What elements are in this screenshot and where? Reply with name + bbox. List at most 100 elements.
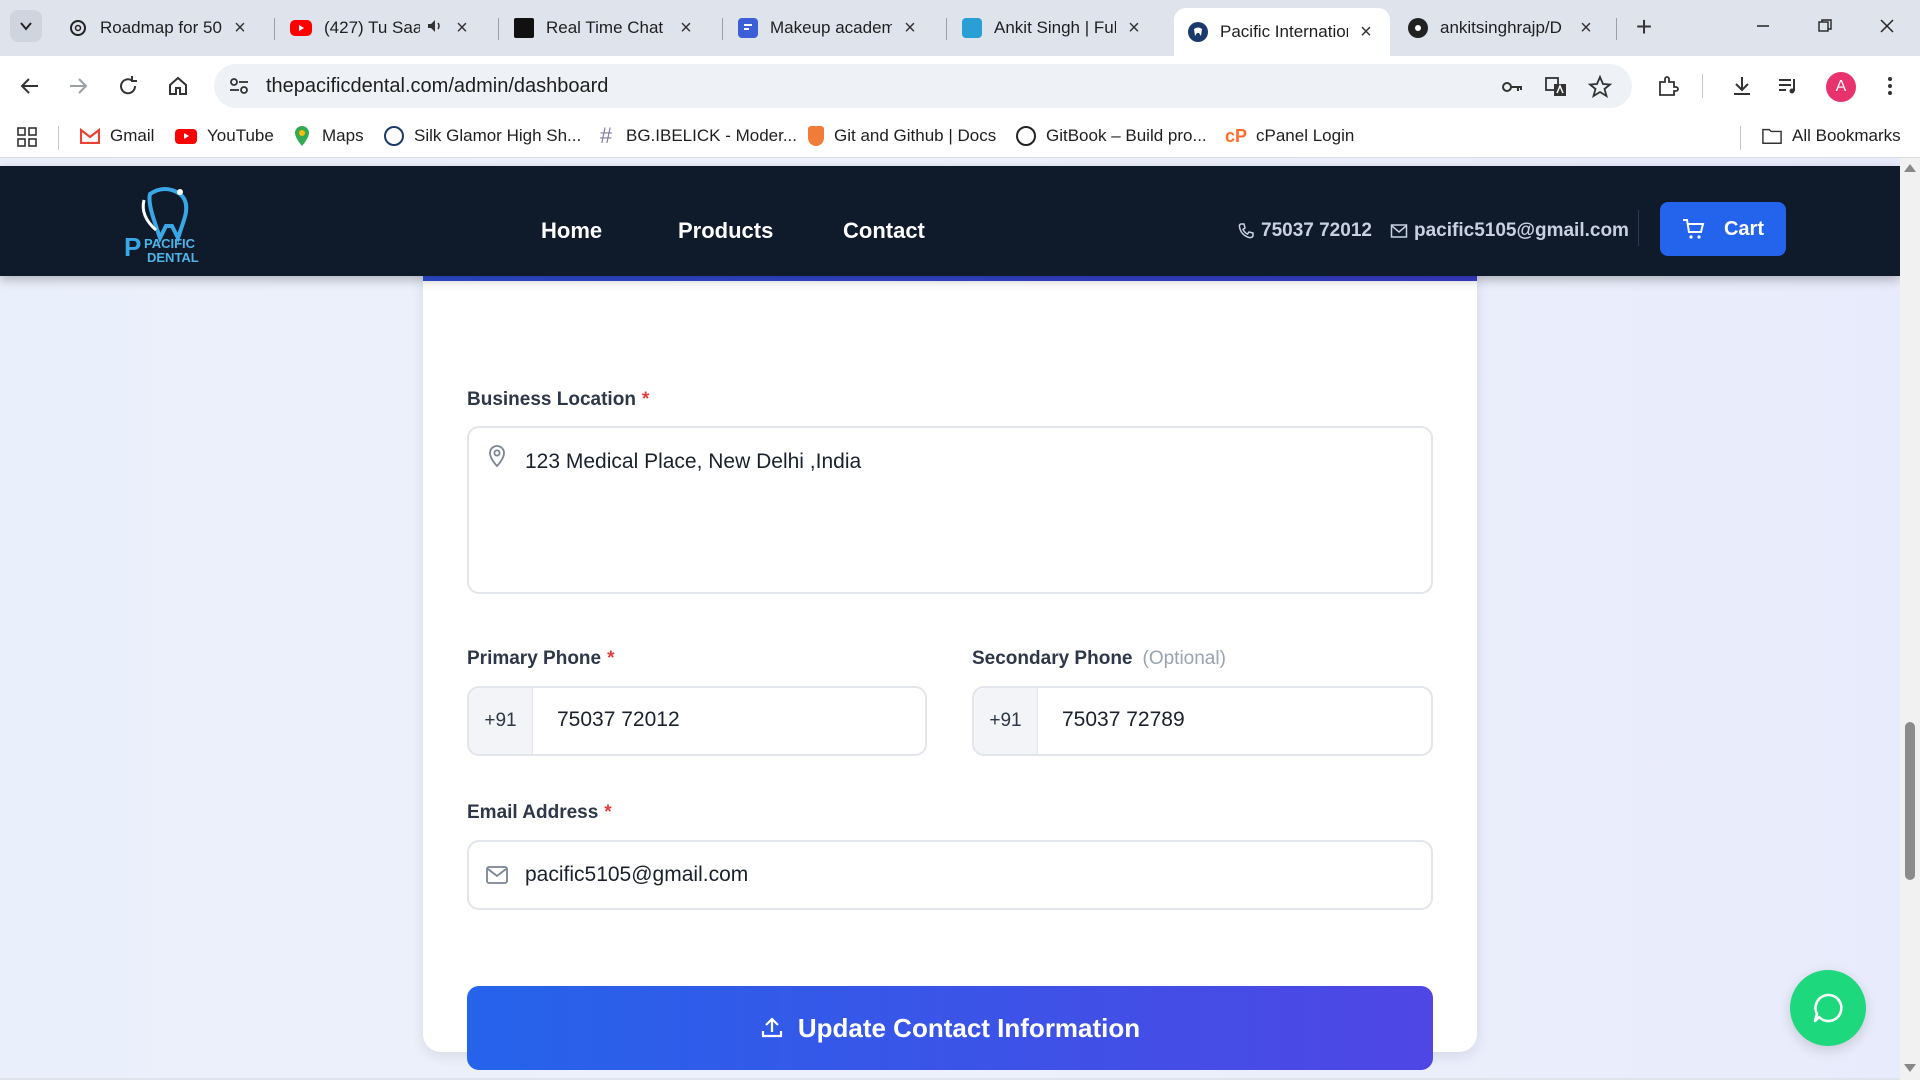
all-bookmarks-button[interactable]: All Bookmarks <box>1762 126 1901 146</box>
close-tab-icon[interactable]: × <box>1356 21 1376 44</box>
bookmark-maps[interactable]: Maps <box>292 126 364 146</box>
site-header: P PACIFIC DENTAL Home Products Contact 7… <box>0 166 1900 276</box>
close-tab-icon[interactable]: × <box>1576 17 1596 40</box>
close-tab-icon[interactable]: × <box>230 17 250 40</box>
email-field[interactable]: pacific5105@gmail.com <box>467 840 1433 910</box>
url-text[interactable]: thepacificdental.com/admin/dashboard <box>266 75 608 98</box>
restore-icon <box>1818 19 1832 32</box>
chevron-down-icon <box>20 22 32 31</box>
gmail-icon <box>80 126 100 146</box>
speaker-icon[interactable] <box>426 17 444 40</box>
forward-button[interactable] <box>62 70 94 102</box>
reload-button[interactable] <box>112 70 144 102</box>
map-pin-icon <box>489 445 505 468</box>
page-scrollbar[interactable] <box>1900 158 1920 1080</box>
bookmark-bg-ibelick[interactable]: # BG.IBELICK - Moder... <box>596 123 797 148</box>
header-phone[interactable]: 75037 72012 <box>1237 220 1372 242</box>
update-contact-button[interactable]: Update Contact Information <box>467 986 1433 1070</box>
chat-bubble-icon <box>1813 993 1843 1023</box>
scroll-up-arrow-icon[interactable] <box>1904 164 1916 172</box>
restore-button[interactable] <box>1802 10 1848 46</box>
page-viewport: P PACIFIC DENTAL Home Products Contact 7… <box>0 158 1900 1078</box>
downloads-button[interactable] <box>1728 72 1756 100</box>
bookmark-youtube[interactable]: YouTube <box>175 126 274 146</box>
close-tab-icon[interactable]: × <box>676 17 696 40</box>
key-icon[interactable] <box>1500 75 1524 99</box>
bookmark-gitbook[interactable]: GitBook – Build pro... <box>1016 126 1207 146</box>
youtube-icon <box>175 128 197 144</box>
bookmark-gmail[interactable]: Gmail <box>80 126 154 146</box>
tab-divider <box>1616 18 1617 40</box>
nav-contact[interactable]: Contact <box>843 218 925 244</box>
scrollbar-thumb[interactable] <box>1905 722 1915 880</box>
bookmark-label: Maps <box>322 126 364 145</box>
bookmarks-bar: Gmail YouTube Maps Silk Glamor High Sh..… <box>0 116 1920 158</box>
cpanel-icon: cP <box>1224 125 1248 146</box>
close-icon <box>1880 19 1894 33</box>
site-icon <box>384 126 404 146</box>
primary-phone-label: Primary Phone * <box>467 648 615 670</box>
scroll-down-arrow-icon[interactable] <box>1904 1064 1916 1072</box>
close-tab-icon[interactable]: × <box>452 17 472 40</box>
cart-button[interactable]: Cart <box>1660 202 1786 256</box>
new-tab-button[interactable]: + <box>1628 12 1660 44</box>
download-icon <box>1734 77 1750 95</box>
bookmark-cpanel[interactable]: cP cPanel Login <box>1224 125 1354 146</box>
update-contact-label: Update Contact Information <box>797 1012 1141 1043</box>
tab-title: Real Time Chat Pl <box>546 18 668 37</box>
tab-divider <box>498 18 499 40</box>
back-button[interactable] <box>14 70 46 102</box>
puzzle-icon <box>1659 76 1679 96</box>
tab-title: Roadmap for 50 <box>100 18 222 37</box>
secondary-phone-field[interactable]: +91 75037 72789 <box>972 686 1433 756</box>
extensions-button[interactable] <box>1654 72 1682 100</box>
bookmark-git-docs[interactable]: Git and Github | Docs <box>808 126 996 146</box>
browser-tab-1[interactable]: Roadmap for 50 × <box>54 8 264 48</box>
chrome-menu-button[interactable] <box>1876 72 1904 100</box>
browser-tab-2[interactable]: (427) Tu Saala × <box>276 8 486 48</box>
home-button[interactable] <box>162 70 194 102</box>
profile-avatar[interactable]: A <box>1826 72 1856 102</box>
business-location-textarea[interactable]: 123 Medical Place, New Delhi ,India <box>467 426 1433 594</box>
close-tab-icon[interactable]: × <box>1124 17 1144 40</box>
tab-search-button[interactable] <box>10 10 42 42</box>
apps-button[interactable] <box>16 126 38 148</box>
media-controls-button[interactable] <box>1774 72 1802 100</box>
toolbar-divider <box>1702 74 1703 98</box>
github-icon <box>1408 18 1428 38</box>
close-tab-icon[interactable]: × <box>900 17 920 40</box>
arrow-left-icon <box>20 78 38 94</box>
close-window-button[interactable] <box>1864 10 1910 46</box>
header-email-text: pacific5105@gmail.com <box>1414 220 1629 241</box>
translate-icon[interactable] <box>1544 75 1568 99</box>
mail-icon <box>1390 224 1408 238</box>
bookmark-silk-glamor[interactable]: Silk Glamor High Sh... <box>384 126 581 146</box>
browser-tab-5[interactable]: Ankit Singh | Full × <box>948 8 1158 48</box>
primary-phone-field[interactable]: +91 75037 72012 <box>467 686 927 756</box>
browser-tab-3[interactable]: Real Time Chat Pl × <box>500 8 710 48</box>
browser-tab-4[interactable]: Makeup academy × <box>724 8 934 48</box>
logo-sub: DENTAL <box>147 250 199 265</box>
star-icon[interactable] <box>1588 75 1612 99</box>
required-mark: * <box>607 648 615 669</box>
tab-divider <box>722 18 723 40</box>
chat-button[interactable] <box>1790 970 1866 1046</box>
browser-tab-strip: Roadmap for 50 × (427) Tu Saala × Real T… <box>0 0 1920 56</box>
maps-icon <box>292 126 312 146</box>
grid-icon <box>17 127 37 147</box>
nav-products[interactable]: Products <box>678 218 773 244</box>
reload-icon <box>120 76 137 95</box>
browser-tab-7[interactable]: ankitsinghrajp/D × <box>1394 8 1610 48</box>
nav-home[interactable]: Home <box>541 218 602 244</box>
tab-divider <box>274 18 275 40</box>
bookmarks-divider <box>58 126 59 150</box>
country-code-prefix: +91 <box>974 688 1038 754</box>
primary-phone-label-text: Primary Phone <box>467 648 602 669</box>
address-bar[interactable]: thepacificdental.com/admin/dashboard <box>214 64 1632 108</box>
site-info-icon[interactable] <box>228 75 250 97</box>
minimize-button[interactable] <box>1740 10 1786 46</box>
header-email[interactable]: pacific5105@gmail.com <box>1390 220 1629 242</box>
playlist-icon <box>1779 79 1795 94</box>
tooth-icon <box>1188 22 1208 42</box>
browser-tab-6-active[interactable]: Pacific Internation × <box>1174 8 1390 56</box>
